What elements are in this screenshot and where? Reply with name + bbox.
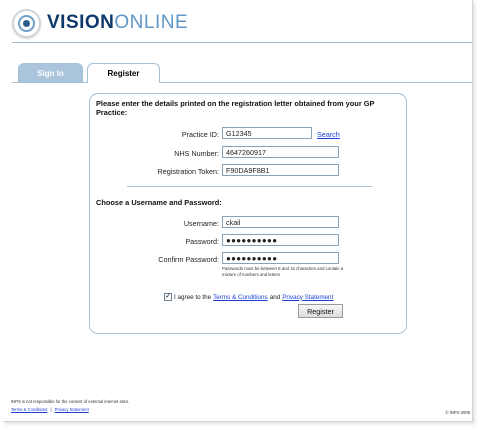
confirm-password-label: Confirm Password: bbox=[158, 255, 219, 264]
footer-terms-link[interactable]: Terms & Conditions bbox=[11, 407, 47, 412]
logo-vision-text: VISION bbox=[47, 12, 115, 33]
header-divider bbox=[12, 42, 472, 43]
password-hint: Passwords must be between 8 and 16 chara… bbox=[222, 266, 344, 277]
footer-links: Terms & Conditions | Privacy Statement bbox=[11, 406, 129, 414]
agree-and-text: and bbox=[269, 293, 281, 301]
vision-eye-icon bbox=[12, 8, 41, 38]
vision-online-logo: VISION ONLINE bbox=[12, 6, 188, 40]
terms-agreement: ✓ I agree to the Terms & Conditions and … bbox=[164, 293, 335, 301]
registration-token-input[interactable]: F90DA9F8B1 bbox=[222, 164, 339, 176]
footer: INPS is not responsible for the content … bbox=[11, 398, 129, 414]
credentials-heading: Choose a Username and Password: bbox=[96, 198, 222, 207]
agree-prefix-text: I agree to the bbox=[174, 293, 212, 301]
password-input[interactable]: ●●●●●●●●●● bbox=[222, 234, 339, 246]
registration-form: Please enter the details printed on the … bbox=[89, 93, 407, 334]
footer-privacy-link[interactable]: Privacy Statement bbox=[55, 407, 89, 412]
tab-bar: Sign In Register bbox=[18, 63, 160, 83]
tab-register[interactable]: Register bbox=[87, 63, 160, 83]
nhs-number-input[interactable]: 4647260917 bbox=[222, 146, 339, 158]
register-button[interactable]: Register bbox=[298, 304, 343, 318]
registration-token-label: Registration Token: bbox=[157, 167, 219, 176]
nhs-number-label: NHS Number: bbox=[174, 149, 219, 158]
tab-sign-in[interactable]: Sign In bbox=[18, 63, 83, 82]
logo-online-text: ONLINE bbox=[114, 12, 189, 33]
search-link[interactable]: Search bbox=[317, 130, 340, 139]
copyright: © INPS 2009 bbox=[445, 410, 470, 415]
agree-checkbox[interactable]: ✓ bbox=[164, 293, 172, 301]
footer-disclaimer: INPS is not responsible for the content … bbox=[11, 399, 130, 404]
confirm-password-input[interactable]: ●●●●●●●●●● bbox=[222, 252, 339, 264]
section-divider bbox=[127, 186, 372, 187]
username-input[interactable]: ckail bbox=[222, 216, 339, 228]
registration-letter-heading: Please enter the details printed on the … bbox=[96, 99, 375, 117]
privacy-statement-link[interactable]: Privacy Statement bbox=[282, 294, 333, 301]
practice-id-input[interactable]: G12345 bbox=[222, 127, 312, 139]
practice-id-label: Practice ID: bbox=[181, 130, 219, 139]
footer-separator: | bbox=[50, 407, 52, 412]
page-frame: VISION ONLINE Sign In Register Please en… bbox=[3, 0, 473, 422]
content-divider bbox=[12, 82, 472, 83]
terms-conditions-link[interactable]: Terms & Conditions bbox=[213, 294, 268, 301]
password-label: Password: bbox=[185, 237, 219, 246]
logo-wordmark: VISION ONLINE bbox=[47, 12, 188, 34]
username-label: Username: bbox=[183, 219, 219, 228]
